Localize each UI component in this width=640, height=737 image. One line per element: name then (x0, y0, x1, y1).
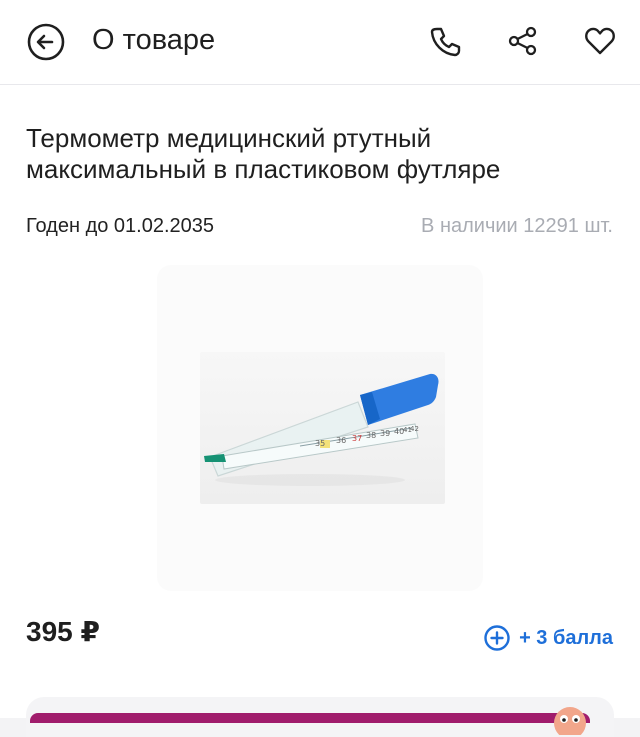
share-icon (508, 26, 537, 56)
scale-label: 35 (315, 439, 325, 448)
bonus-label: + 3 балла (519, 627, 613, 649)
top-bar: О товаре (0, 0, 640, 85)
scale-label: 36 (336, 436, 346, 445)
product-price: 395 ₽ (26, 616, 100, 647)
scale-label: 42 (410, 425, 419, 433)
add-to-cart-bar[interactable] (30, 713, 590, 723)
product-photo: 35 36 37 38 39 40 41 42 (200, 352, 445, 504)
expiry-date: Годен до 01.02.2035 (26, 215, 215, 237)
product-details: Термометр медицинский ртутный максимальн… (0, 85, 640, 737)
product-title: Термометр медицинский ртутный максимальн… (26, 123, 501, 184)
scale-label: 37 (352, 434, 362, 443)
bonus-points[interactable]: + 3 балла (483, 623, 613, 653)
plus-circle-icon (484, 625, 510, 651)
product-image-card[interactable]: 35 36 37 38 39 40 41 42 (157, 265, 483, 591)
arrow-left-circle-icon (27, 23, 65, 61)
phone-icon (430, 27, 461, 57)
favorite-button[interactable] (580, 21, 620, 61)
page-title: О товаре (92, 24, 216, 56)
scale-label: 38 (366, 431, 376, 440)
stock-status: В наличии 12291 шт. (421, 215, 613, 237)
call-button[interactable] (425, 21, 465, 61)
mascot-icon (554, 707, 586, 735)
scale-label: 39 (380, 429, 390, 438)
heart-icon (585, 27, 615, 55)
back-button[interactable] (26, 22, 66, 62)
thermometer-in-case-photo: 35 36 37 38 39 40 41 42 (204, 373, 439, 486)
share-button[interactable] (503, 21, 543, 61)
